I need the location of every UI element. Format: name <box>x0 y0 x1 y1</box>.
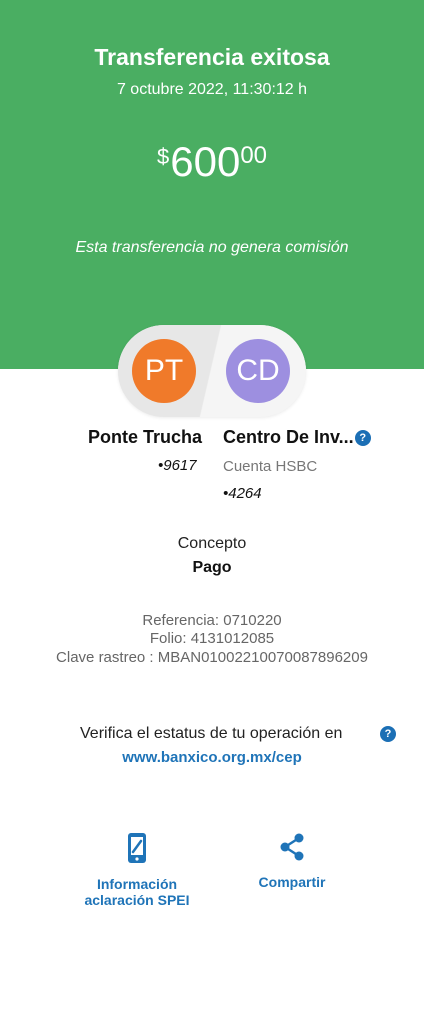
amount-decimals: 00 <box>240 142 268 169</box>
spei-info-label-line2: aclaración SPEI <box>84 892 190 908</box>
sender-name: Ponte Trucha <box>88 427 203 447</box>
recipient-name-row: Centro De Inv... ? <box>223 427 371 448</box>
commission-note: Esta transferencia no genera comisión <box>75 239 349 256</box>
recipient-account: •4264 <box>223 485 262 502</box>
share-button[interactable]: Compartir <box>232 832 352 890</box>
concept-value: Pago <box>192 559 232 576</box>
amount-currency: $ <box>156 144 170 169</box>
help-icon[interactable]: ? <box>354 429 371 446</box>
tracking-key: Clave rastreo : MBAN01002210070087896209 <box>56 649 368 666</box>
recipient-avatar: CD <box>226 339 290 403</box>
help-icon[interactable]: ? <box>380 726 396 742</box>
concept-label: Concepto <box>177 535 247 552</box>
sender-account: •9617 <box>158 457 197 474</box>
phone-info-icon <box>128 833 146 863</box>
sender-avatar: PT <box>132 339 196 403</box>
transfer-amount: $ 600 00 <box>0 138 424 186</box>
spei-info-button[interactable]: Información aclaración SPEI <box>72 832 202 908</box>
recipient-name: Centro De Inv... <box>223 427 354 447</box>
banxico-link[interactable]: www.banxico.org.mx/cep <box>0 749 424 766</box>
folio-number: Folio: 4131012085 <box>149 630 275 647</box>
spei-info-label-line1: Información <box>96 876 178 892</box>
page-title: Transferencia exitosa <box>94 44 330 70</box>
reference-number: Referencia: 0710220 <box>142 612 282 629</box>
recipient-bank: Cuenta HSBC <box>223 458 318 475</box>
transfer-datetime: 7 octubre 2022, 11:30:12 h <box>116 81 308 98</box>
share-icon <box>280 833 304 861</box>
success-header: Transferencia exitosa 7 octubre 2022, 11… <box>0 0 424 369</box>
verify-status-text: Verifica el estatus de tu operación en <box>80 725 343 742</box>
amount-integer: 600 <box>170 138 241 185</box>
share-label: Compartir <box>258 874 326 890</box>
parties-avatars: PT CD <box>118 325 306 417</box>
